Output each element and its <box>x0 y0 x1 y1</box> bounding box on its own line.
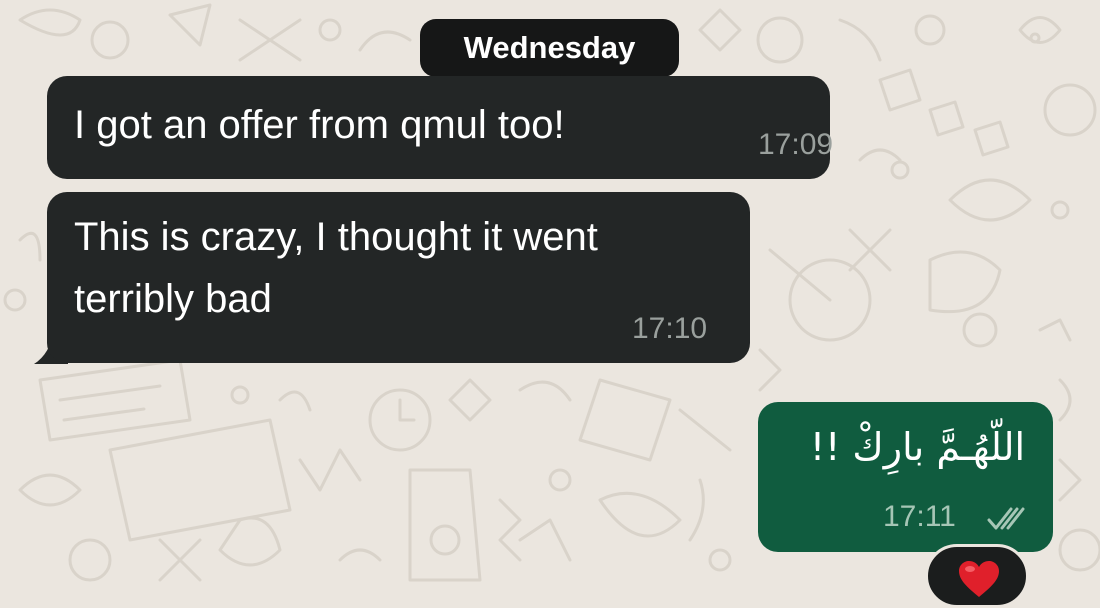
date-separator: Wednesday <box>420 19 679 77</box>
message-text-line-1: This is crazy, I thought it went <box>74 215 598 259</box>
message-reaction[interactable] <box>925 544 1029 608</box>
incoming-message-bubble[interactable]: This is crazy, I thought it went terribl… <box>47 192 750 363</box>
double-check-icon <box>987 507 1025 530</box>
incoming-message-bubble[interactable]: I got an offer from qmul too! 17:09 <box>47 76 834 179</box>
message-text: اللّهُـمَّ بارِكْ !! <box>809 425 1025 469</box>
message-time: 17:10 <box>632 312 708 345</box>
message-text-line-2: terribly bad <box>74 277 272 321</box>
message-time: 17:09 <box>758 128 834 161</box>
outgoing-message-bubble[interactable]: اللّهُـمَّ بارِكْ !! 17:11 <box>758 402 1053 552</box>
heart-icon <box>959 561 999 597</box>
message-text: I got an offer from qmul too! <box>74 103 565 147</box>
message-time: 17:11 <box>883 500 956 533</box>
